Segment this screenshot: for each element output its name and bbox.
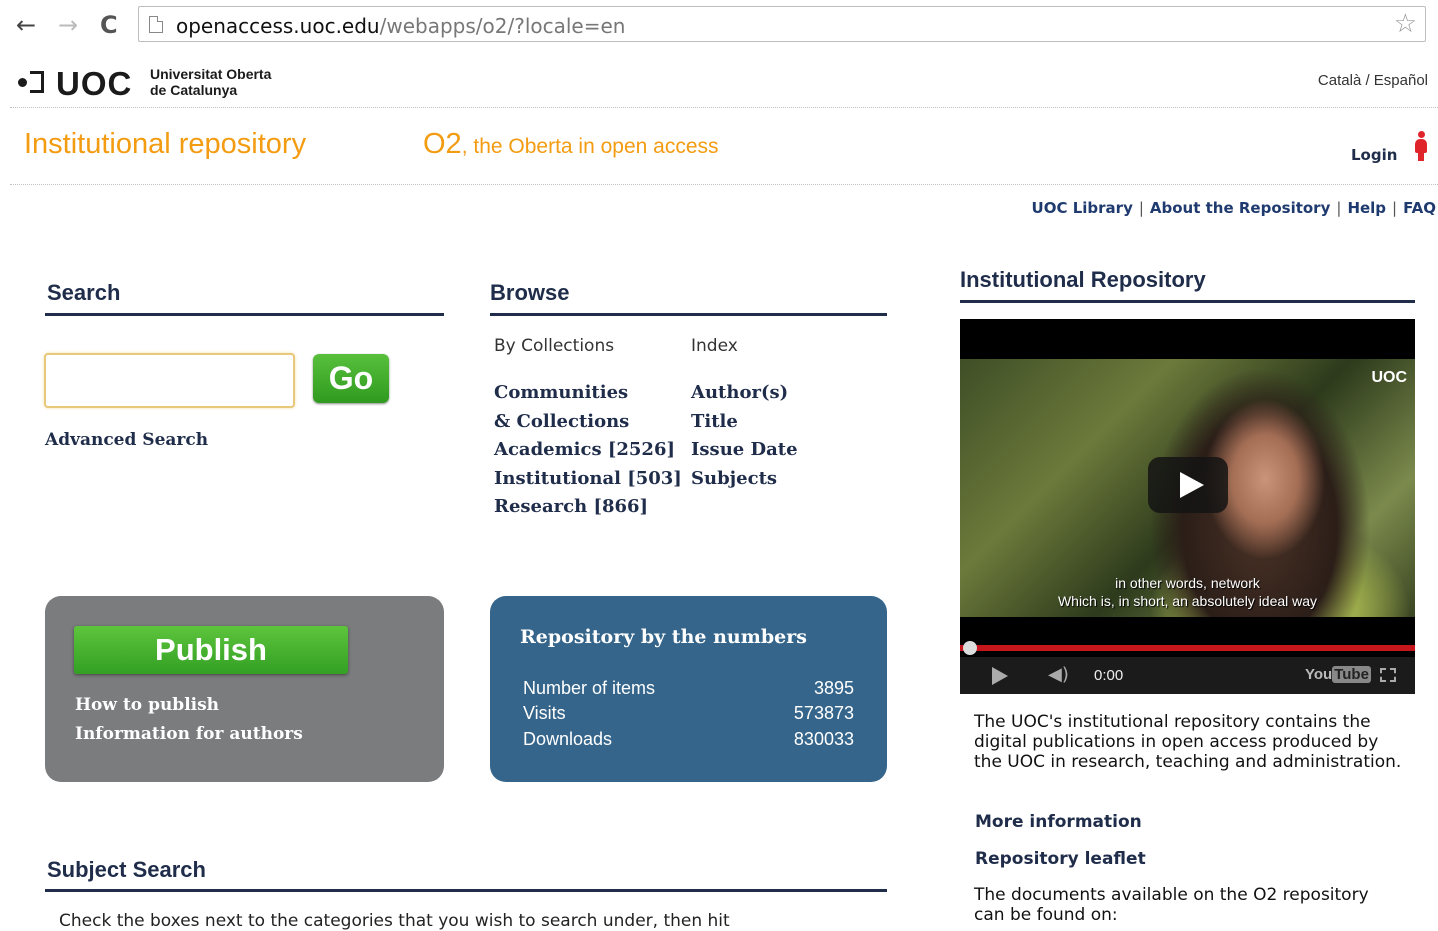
publish-panel [45,596,444,782]
faq-link[interactable]: FAQ [1403,199,1436,217]
subjects-link[interactable]: Subjects [691,465,798,494]
url-text[interactable]: openaccess.uoc.edu/webapps/o2/?locale=en [176,14,625,38]
university-name: Universitat Oberta de Catalunya [150,66,271,98]
forward-arrow-icon[interactable]: → [58,10,78,40]
documents-description: The documents available on the O2 reposi… [974,885,1369,925]
repository-leaflet-link[interactable]: Repository leaflet [975,849,1146,869]
academics-link[interactable]: Academics [2526] [494,436,682,465]
video-player[interactable]: UOC in other words, network Which is, in… [960,319,1415,694]
site-title: Institutional repository [24,128,307,160]
tagline-rest: , the Oberta in open access [461,135,719,158]
site-tagline: O2, the Oberta in open access [423,128,719,161]
how-to-publish-link[interactable]: How to publish [75,695,219,715]
youtube-logo-you: You [1305,666,1333,683]
more-information-link[interactable]: More information [975,812,1142,832]
url-path: /webapps/o2/?locale=en [379,14,626,38]
number-of-items-value: 3895 [813,678,854,698]
logo-text: UOC [56,65,133,102]
university-name-line1: Universitat Oberta [150,66,272,82]
logo-dot-icon [18,78,27,87]
search-heading: Search [47,280,121,305]
browse-heading-rule [490,313,887,316]
uoc-library-link[interactable]: UOC Library [1032,199,1133,217]
video-scrubber-handle[interactable] [963,641,977,655]
issue-date-link[interactable]: Issue Date [691,436,798,465]
page-icon [149,16,163,33]
address-bar[interactable]: openaccess.uoc.edu/webapps/o2/?locale=en… [138,6,1426,42]
institutional-repository-rule [960,300,1415,303]
repository-numbers-title: Repository by the numbers [520,626,807,648]
publish-button[interactable]: Publish [74,626,348,674]
youtube-logo-icon[interactable]: You Tube [1305,666,1371,683]
subject-search-rule [45,889,887,892]
video-progress-bar[interactable] [960,645,1415,651]
header-divider [10,107,1438,108]
institutional-repository-heading: Institutional Repository [960,267,1206,292]
fullscreen-icon[interactable] [1380,668,1396,682]
language-links[interactable]: Català / Español [1318,72,1428,89]
user-icon[interactable] [1414,131,1428,161]
bookmark-star-icon[interactable]: ☆ [1394,9,1417,39]
browse-heading: Browse [490,280,570,305]
index-heading: Index [691,336,738,356]
information-for-authors-link[interactable]: Information for authors [75,724,303,744]
visits-label: Visits [523,703,566,723]
communities-link[interactable]: Communities [494,379,682,408]
back-arrow-icon[interactable]: ← [16,10,36,40]
advanced-search-link[interactable]: Advanced Search [45,430,208,450]
url-host: openaccess.uoc.edu [176,14,380,38]
collections-link[interactable]: & Collections [494,408,682,437]
youtube-logo-tube: Tube [1332,666,1371,683]
index-list: Author(s) Title Issue Date Subjects [691,379,798,493]
logo-bracket-icon [30,71,44,93]
video-caption-line2: Which is, in short, an absolutely ideal … [1057,593,1318,609]
by-collections-heading: By Collections [494,336,615,356]
login-link[interactable]: Login [1351,146,1397,164]
number-of-items-label: Number of items [523,678,656,698]
downloads-label: Downloads [523,729,613,749]
play-icon[interactable] [992,667,1008,685]
subject-search-heading: Subject Search [47,857,206,882]
downloads-value: 830033 [793,729,854,749]
collections-list: Communities & Collections Academics [252… [494,379,682,522]
research-link[interactable]: Research [866] [494,493,682,522]
subject-search-description: Check the boxes next to the categories t… [59,911,730,931]
authors-link[interactable]: Author(s) [691,379,798,408]
reload-icon[interactable]: C [100,10,118,40]
video-logo: UOC [1371,369,1407,386]
top-links: UOC Library | About the Repository | Help | FA… [1031,199,1436,217]
browser-toolbar: ← → C openaccess.uoc.edu/webapps/o2/?loc… [0,0,1438,54]
volume-icon[interactable]: ◀) [1048,664,1069,685]
go-button[interactable]: Go [313,354,389,403]
search-heading-rule [45,313,444,316]
search-input[interactable] [44,353,295,408]
video-controls: ◀) 0:00 You Tube [960,657,1415,694]
title-divider [10,184,1438,185]
visits-value: 573873 [793,703,854,723]
institutional-link[interactable]: Institutional [503] [494,465,682,494]
video-caption-line1: in other words, network [1115,575,1260,591]
repository-description: The UOC's institutional repository conta… [974,712,1402,772]
university-name-line2: de Catalunya [150,82,238,98]
about-repository-link[interactable]: About the Repository [1150,199,1330,217]
title-link[interactable]: Title [691,408,798,437]
help-link[interactable]: Help [1347,199,1386,217]
play-button-icon[interactable] [1148,457,1228,513]
tagline-o2: O2 [423,128,462,160]
video-time: 0:00 [1094,667,1124,684]
